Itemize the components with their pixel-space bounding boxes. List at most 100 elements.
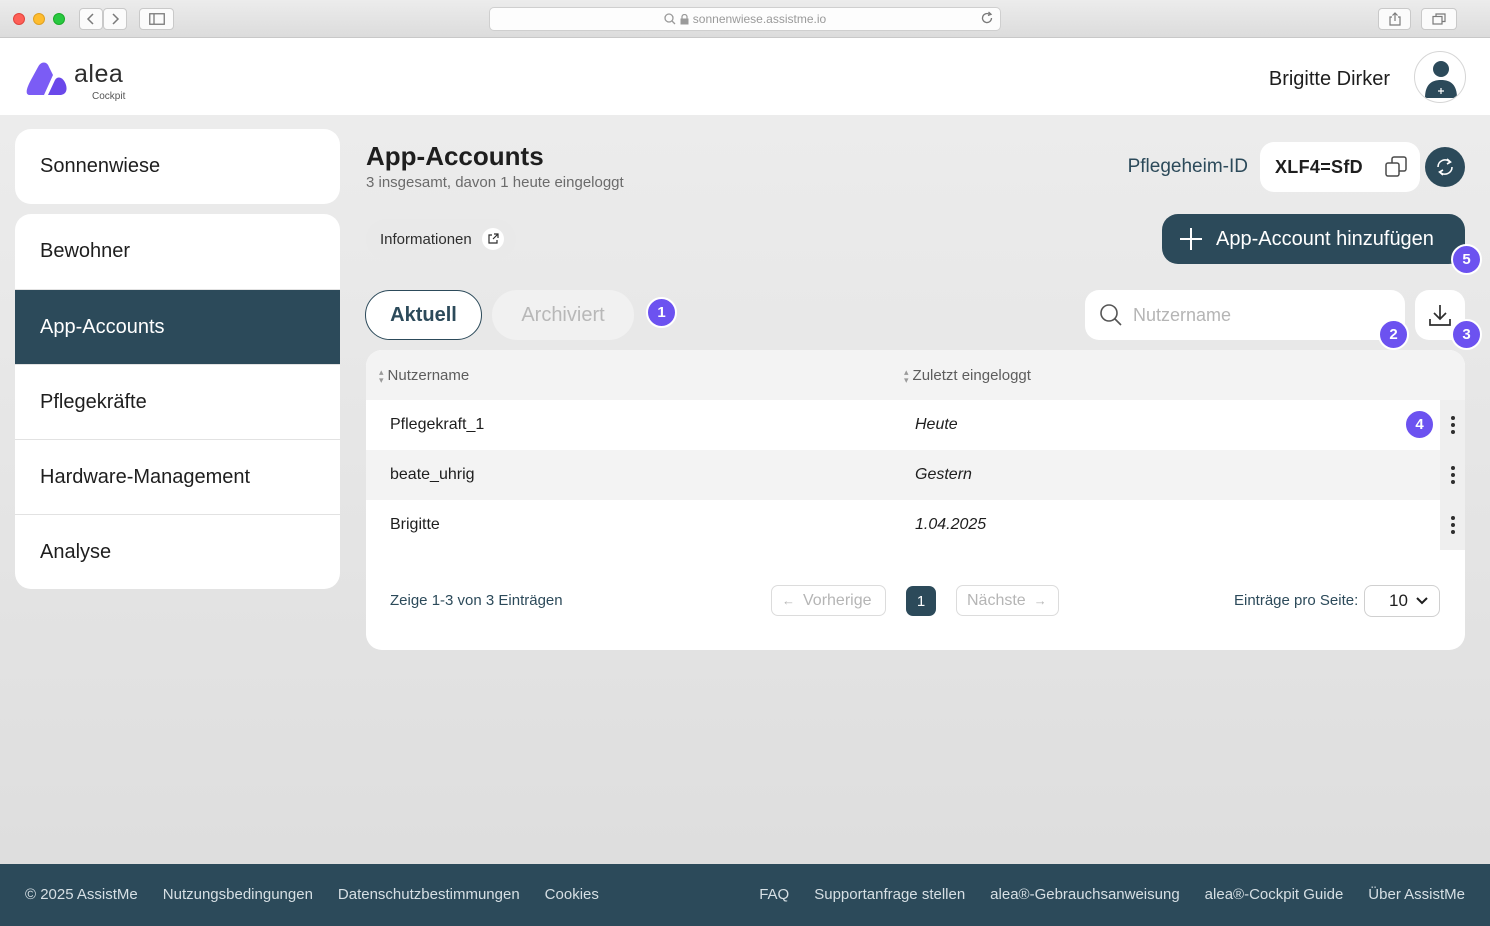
table-row[interactable]: beate_uhrig Gestern <box>366 450 1465 500</box>
row-menu-button[interactable] <box>1440 450 1465 500</box>
sort-icon: ▴ ▾ <box>904 366 909 385</box>
search-icon <box>664 13 676 25</box>
chevron-left-icon <box>86 13 94 25</box>
sidebar-nav: Bewohner App-Accounts Pflegekräfte Hardw… <box>15 214 340 589</box>
table-row[interactable]: Pflegekraft_1 Heute <box>366 400 1465 450</box>
annotation-badge-2: 2 <box>1378 319 1409 350</box>
maximize-window-button[interactable] <box>53 13 65 25</box>
browser-chrome: sonnenwiese.assistme.io <box>0 0 1490 38</box>
pflegeheim-id-box: XLF4=SfD <box>1260 142 1420 192</box>
download-icon <box>1429 305 1451 326</box>
info-button[interactable]: Informationen <box>366 219 516 259</box>
sidebar-item-pflegekraefte[interactable]: Pflegekräfte <box>15 364 340 439</box>
cell-last-login: 1.04.2025 <box>915 516 987 533</box>
facility-name: Sonnenwiese <box>40 155 161 177</box>
footer: © 2025 AssistMe Nutzungsbedingungen Date… <box>0 864 1490 926</box>
previous-page-button[interactable]: ← Vorherige <box>771 585 886 616</box>
table-header: ▴ ▾ Nutzername ▴ ▾ Zuletzt eingeloggt <box>366 350 1465 400</box>
add-app-account-button[interactable]: App-Account hinzufügen <box>1162 214 1465 264</box>
footer-link-faq[interactable]: FAQ <box>759 886 789 903</box>
next-page-label: Nächste <box>967 591 1026 609</box>
arrow-right-icon: → <box>1033 593 1047 608</box>
cell-username: Brigitte <box>390 516 440 533</box>
footer-link-datenschutz[interactable]: Datenschutzbestimmungen <box>338 886 520 903</box>
cell-last-login: Gestern <box>915 466 972 483</box>
arrow-left-icon: ← <box>782 593 795 608</box>
refresh-id-button[interactable] <box>1425 147 1465 187</box>
plus-icon <box>1180 228 1202 250</box>
chevron-right-icon <box>112 13 120 25</box>
footer-left-links: © 2025 AssistMe Nutzungsbedingungen Date… <box>25 886 599 903</box>
footer-link-cookies[interactable]: Cookies <box>545 886 599 903</box>
address-bar[interactable]: sonnenwiese.assistme.io <box>489 7 1001 31</box>
sidebar-item-bewohner[interactable]: Bewohner <box>15 214 340 289</box>
cell-username: beate_uhrig <box>390 466 475 483</box>
back-button[interactable] <box>79 8 103 30</box>
table-footer: Zeige 1-3 von 3 Einträgen ← Vorherige 1 … <box>366 551 1465 650</box>
footer-right-links: FAQ Supportanfrage stellen alea®-Gebrauc… <box>759 886 1465 903</box>
tabs-button[interactable] <box>1421 8 1457 30</box>
column-header-username[interactable]: ▴ ▾ Nutzername <box>379 367 469 384</box>
search-input[interactable] <box>1133 304 1373 326</box>
sidebar-toggle-button[interactable] <box>139 8 174 30</box>
cell-username: Pflegekraft_1 <box>390 416 485 433</box>
avatar[interactable] <box>1414 51 1466 103</box>
footer-link-support[interactable]: Supportanfrage stellen <box>814 886 965 903</box>
app-header: alea Cockpit Brigitte Dirker <box>0 39 1490 115</box>
logo-text: alea <box>74 60 124 88</box>
alea-logo-icon <box>26 62 67 95</box>
footer-link-nutzungsbedingungen[interactable]: Nutzungsbedingungen <box>163 886 313 903</box>
table-row[interactable]: Brigitte 1.04.2025 <box>366 500 1465 550</box>
minimize-window-button[interactable] <box>33 13 45 25</box>
lock-icon <box>680 13 689 24</box>
search-field[interactable] <box>1085 290 1405 340</box>
url-text: sonnenwiese.assistme.io <box>692 12 827 26</box>
footer-link-ueber-assistme[interactable]: Über AssistMe <box>1368 886 1465 903</box>
forward-button[interactable] <box>103 8 127 30</box>
user-nurse-icon <box>1425 61 1457 98</box>
close-window-button[interactable] <box>13 13 25 25</box>
column-header-last-login[interactable]: ▴ ▾ Zuletzt eingeloggt <box>904 367 1031 384</box>
chevron-down-icon <box>1416 597 1428 605</box>
search-icon <box>1100 304 1122 326</box>
previous-page-label: Vorherige <box>803 591 872 609</box>
column-header-last-login-label: Zuletzt eingeloggt <box>912 367 1031 384</box>
tab-archiviert[interactable]: Archiviert <box>492 290 634 340</box>
logo-subtitle: Cockpit <box>92 91 126 102</box>
page-subtitle: 3 insgesamt, davon 1 heute eingeloggt <box>366 174 624 191</box>
pflegeheim-id-label: Pflegeheim-ID <box>1127 156 1248 177</box>
row-menu-button[interactable] <box>1440 400 1465 450</box>
per-page-select[interactable]: 10 <box>1364 585 1440 617</box>
sidebar-item-app-accounts[interactable]: App-Accounts <box>15 289 340 364</box>
share-icon <box>1388 12 1401 26</box>
reload-icon[interactable] <box>980 11 994 25</box>
cell-last-login: Heute <box>915 416 958 433</box>
sort-icon: ▴ ▾ <box>379 366 384 385</box>
add-app-account-label: App-Account hinzufügen <box>1216 227 1434 250</box>
sidebar-item-analyse[interactable]: Analyse <box>15 514 340 589</box>
footer-link-cockpit-guide[interactable]: alea®-Cockpit Guide <box>1205 886 1344 903</box>
accounts-table: ▴ ▾ Nutzername ▴ ▾ Zuletzt eingeloggt Pfle… <box>366 350 1465 650</box>
footer-copyright: © 2025 AssistMe <box>25 886 138 903</box>
external-link-icon <box>481 228 504 250</box>
tab-aktuell[interactable]: Aktuell <box>365 290 482 340</box>
sidebar-icon <box>148 13 165 25</box>
per-page-value: 10 <box>1389 591 1408 610</box>
facility-card[interactable]: Sonnenwiese <box>15 129 340 204</box>
per-page-label: Einträge pro Seite: <box>1234 592 1359 609</box>
next-page-button[interactable]: Nächste → <box>956 585 1059 616</box>
annotation-badge-3: 3 <box>1451 319 1482 350</box>
footer-link-gebrauchsanweisung[interactable]: alea®-Gebrauchsanweisung <box>990 886 1180 903</box>
annotation-badge-1: 1 <box>646 297 677 328</box>
refresh-icon <box>1437 158 1453 176</box>
pflegeheim-id-value: XLF4=SfD <box>1275 156 1363 177</box>
copy-icon[interactable] <box>1385 156 1407 178</box>
share-button[interactable] <box>1378 8 1411 30</box>
tabs-icon <box>1432 13 1446 25</box>
page-number-current[interactable]: 1 <box>906 586 936 616</box>
info-button-label: Informationen <box>380 230 472 248</box>
sidebar-item-hardware-management[interactable]: Hardware-Management <box>15 439 340 514</box>
row-menu-button[interactable] <box>1440 500 1465 550</box>
logo[interactable]: alea Cockpit <box>26 60 125 102</box>
column-header-username-label: Nutzername <box>387 367 470 384</box>
